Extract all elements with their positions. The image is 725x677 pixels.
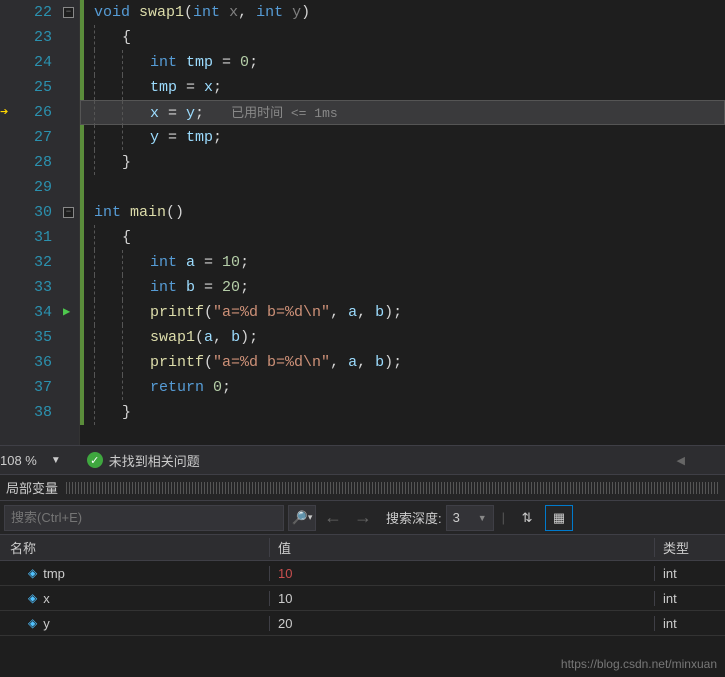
column-header-value[interactable]: 值 bbox=[270, 538, 655, 557]
line-number: 26 bbox=[18, 100, 52, 125]
line-number: 33 bbox=[18, 275, 52, 300]
code-line[interactable]: y = tmp; bbox=[80, 125, 725, 150]
locals-panel-header: 局部变量 bbox=[0, 475, 725, 501]
line-number: 36 bbox=[18, 350, 52, 375]
search-input[interactable] bbox=[4, 505, 284, 531]
line-number: 22 bbox=[18, 0, 52, 25]
variable-value[interactable]: 10 bbox=[270, 566, 655, 581]
line-number: 32 bbox=[18, 250, 52, 275]
code-line[interactable]: x = y; 已用时间 <= 1ms bbox=[80, 100, 725, 125]
issues-status-text: 未找到相关问题 bbox=[109, 451, 200, 470]
forward-arrow-icon[interactable]: → bbox=[350, 507, 376, 528]
code-line[interactable]: printf("a=%d b=%d\n", a, b); bbox=[80, 300, 725, 325]
column-header-type[interactable]: 类型 bbox=[655, 538, 725, 557]
line-number: 34 bbox=[18, 300, 52, 325]
code-line[interactable]: void swap1(int x, int y) bbox=[80, 0, 725, 25]
code-line[interactable]: int main() bbox=[80, 200, 725, 225]
code-line[interactable]: swap1(a, b); bbox=[80, 325, 725, 350]
line-number: 38 bbox=[18, 400, 52, 425]
line-number: 29 bbox=[18, 175, 52, 200]
column-settings-icon[interactable]: ▦ bbox=[545, 505, 573, 531]
code-editor[interactable]: ➔ 2223242526272829303132333435363738 − − ▶… bbox=[0, 0, 725, 445]
variable-value[interactable]: 20 bbox=[270, 616, 655, 631]
line-number: 24 bbox=[18, 50, 52, 75]
line-number: 23 bbox=[18, 25, 52, 50]
search-depth-value: 3 bbox=[453, 510, 460, 525]
variable-type: int bbox=[655, 566, 725, 581]
fold-gutter[interactable]: − − ▶ bbox=[60, 0, 80, 445]
zoom-value: 108 % bbox=[0, 453, 37, 468]
code-line[interactable]: } bbox=[80, 400, 725, 425]
editor-status-bar: 108 % ▼ ✓ 未找到相关问题 ◀ bbox=[0, 445, 725, 475]
breakpoint-gutter[interactable]: ➔ bbox=[0, 0, 18, 445]
code-line[interactable]: int a = 10; bbox=[80, 250, 725, 275]
table-row[interactable]: ◈ tmp 10int bbox=[0, 561, 725, 586]
variable-icon: ◈ bbox=[28, 566, 37, 580]
fold-toggle-icon[interactable]: − bbox=[63, 7, 74, 18]
table-row[interactable]: ◈ y 20int bbox=[0, 611, 725, 636]
line-number-gutter: 2223242526272829303132333435363738 bbox=[18, 0, 60, 445]
code-line[interactable]: int b = 20; bbox=[80, 275, 725, 300]
variable-icon: ◈ bbox=[28, 591, 37, 605]
filter-icon[interactable]: ⇅ bbox=[513, 505, 541, 531]
variable-name: x bbox=[43, 591, 50, 606]
play-marker-icon: ▶ bbox=[63, 304, 70, 319]
code-content[interactable]: void swap1(int x, int y){int tmp = 0;tmp… bbox=[80, 0, 725, 445]
chevron-down-icon: ▼ bbox=[478, 513, 487, 523]
line-number: 37 bbox=[18, 375, 52, 400]
triangle-left-icon[interactable]: ◀ bbox=[677, 454, 685, 467]
chevron-down-icon[interactable]: ▼ bbox=[43, 455, 69, 466]
execution-arrow-icon: ➔ bbox=[0, 104, 8, 121]
line-number: 35 bbox=[18, 325, 52, 350]
line-number: 25 bbox=[18, 75, 52, 100]
code-line[interactable]: tmp = x; bbox=[80, 75, 725, 100]
code-line[interactable]: return 0; bbox=[80, 375, 725, 400]
variable-value[interactable]: 10 bbox=[270, 591, 655, 606]
variable-type: int bbox=[655, 591, 725, 606]
column-header-name[interactable]: 名称 bbox=[0, 538, 270, 557]
variable-name: tmp bbox=[43, 566, 65, 581]
search-depth-select[interactable]: 3 ▼ bbox=[446, 505, 494, 531]
line-number: 27 bbox=[18, 125, 52, 150]
line-number: 31 bbox=[18, 225, 52, 250]
fold-toggle-icon[interactable]: − bbox=[63, 207, 74, 218]
watermark-text: https://blog.csdn.net/minxuan bbox=[561, 657, 717, 671]
locals-toolbar: 🔎▾ ← → 搜索深度: 3 ▼ | ⇅ ▦ bbox=[0, 501, 725, 535]
table-header: 名称 值 类型 bbox=[0, 535, 725, 561]
check-circle-icon: ✓ bbox=[87, 452, 103, 468]
code-line[interactable]: { bbox=[80, 225, 725, 250]
locals-panel-title: 局部变量 bbox=[6, 478, 58, 497]
code-line[interactable]: { bbox=[80, 25, 725, 50]
search-depth-label: 搜索深度: bbox=[386, 508, 442, 527]
code-line[interactable]: int tmp = 0; bbox=[80, 50, 725, 75]
line-number: 30 bbox=[18, 200, 52, 225]
zoom-control[interactable]: 108 % ▼ bbox=[0, 453, 73, 468]
code-line[interactable] bbox=[80, 175, 725, 200]
code-line[interactable]: } bbox=[80, 150, 725, 175]
code-line[interactable]: printf("a=%d b=%d\n", a, b); bbox=[80, 350, 725, 375]
table-row[interactable]: ◈ x 10int bbox=[0, 586, 725, 611]
separator: | bbox=[502, 510, 505, 525]
panel-grip bbox=[66, 482, 719, 494]
line-number: 28 bbox=[18, 150, 52, 175]
variable-type: int bbox=[655, 616, 725, 631]
locals-table: 名称 值 类型 ◈tmp10int◈x10int◈y20int bbox=[0, 535, 725, 636]
search-button[interactable]: 🔎▾ bbox=[288, 505, 316, 531]
variable-icon: ◈ bbox=[28, 616, 37, 630]
variable-name: y bbox=[43, 616, 50, 631]
back-arrow-icon[interactable]: ← bbox=[320, 507, 346, 528]
